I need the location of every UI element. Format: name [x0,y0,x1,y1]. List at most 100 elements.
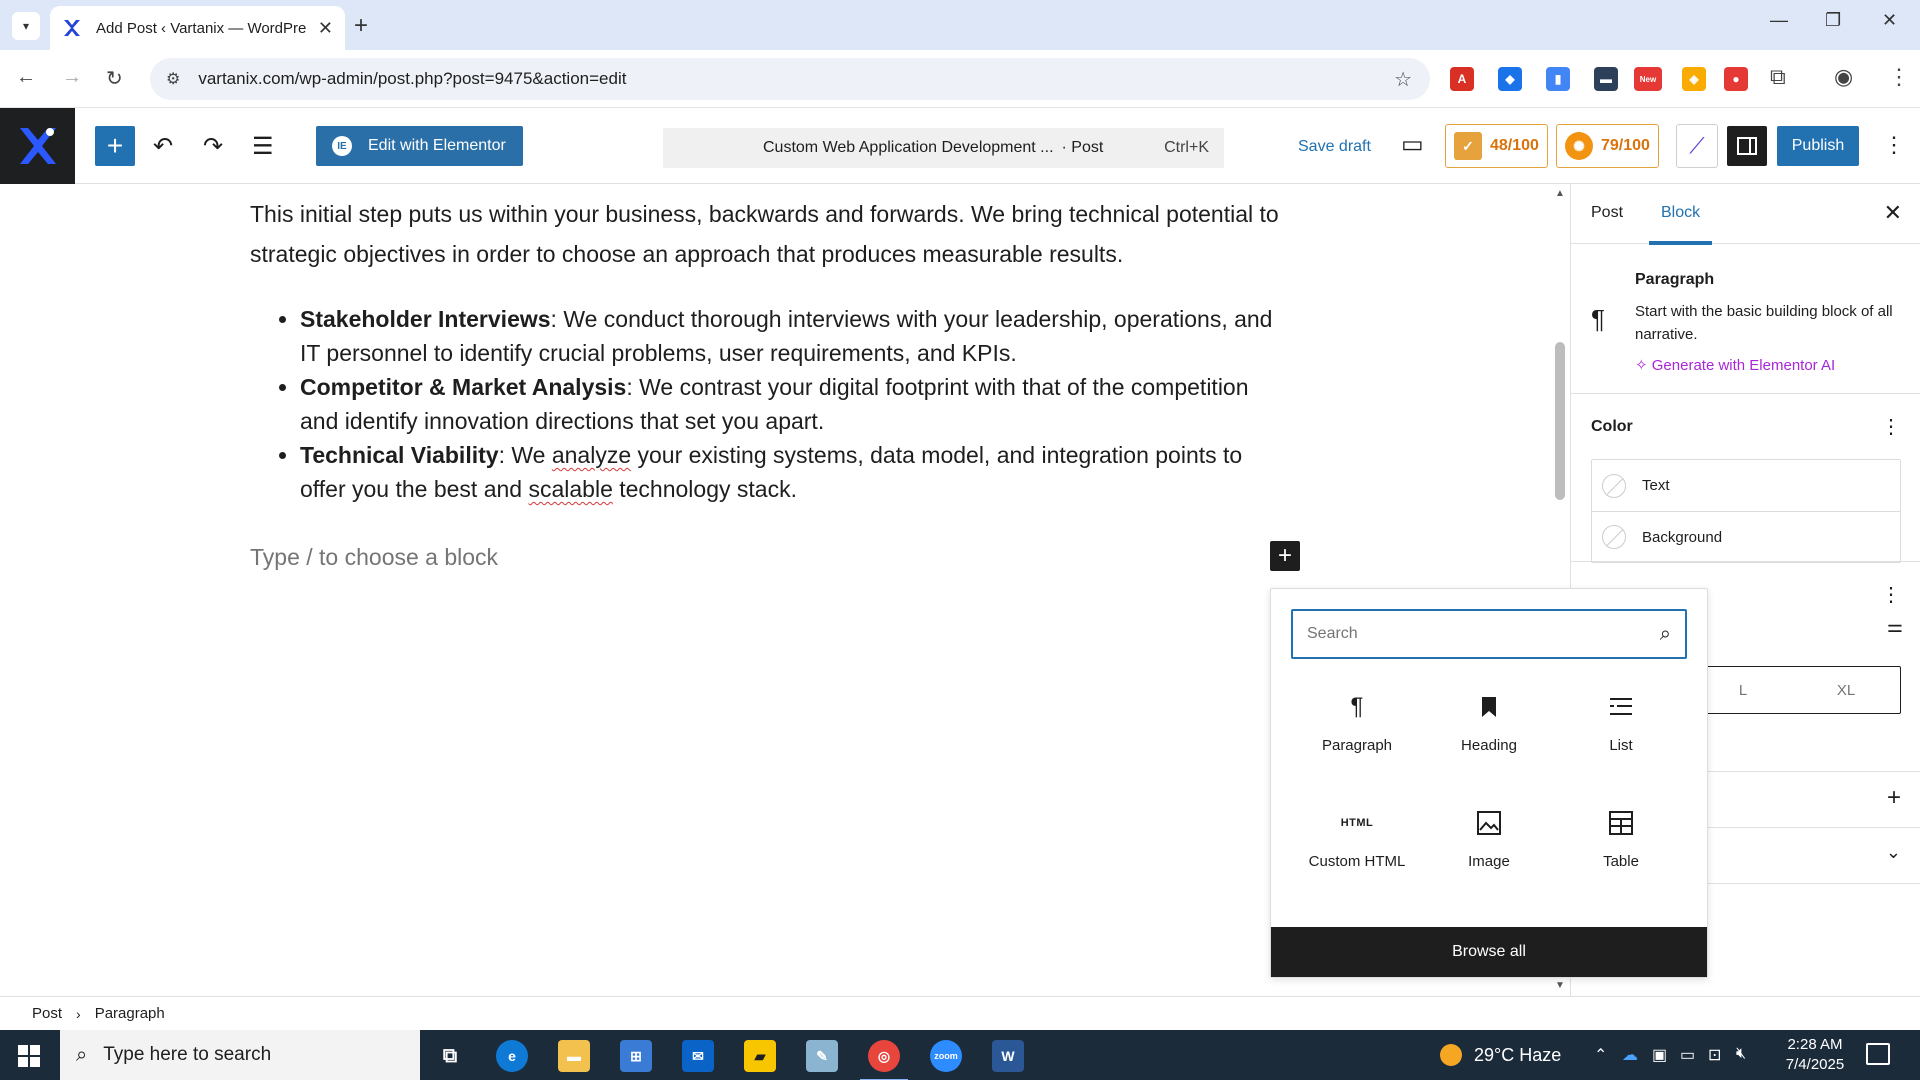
minimize-icon[interactable]: — [1770,10,1788,31]
add-panel-icon[interactable]: + [1887,784,1901,812]
scrollbar-thumb[interactable] [1555,342,1565,500]
battery-icon[interactable]: ▭ [1680,1045,1695,1065]
paragraph-icon: ¶ [1350,693,1364,720]
zoom-app-icon[interactable]: zoom [930,1040,962,1072]
document-overview-icon[interactable]: ☰ [252,132,274,161]
network-icon[interactable]: ⊡ [1708,1045,1721,1065]
save-draft-button[interactable]: Save draft [1298,138,1371,156]
edge-browser-icon[interactable]: e [496,1040,528,1072]
window-close-icon[interactable]: ✕ [1882,10,1897,31]
task-view-icon[interactable]: ⧉ [434,1040,466,1072]
onedrive-cloud-icon[interactable]: ☁ [1622,1045,1638,1065]
yellow-extension-icon[interactable]: ◈ [1682,67,1706,91]
block-option-label: Table [1603,853,1639,870]
block-option-image[interactable]: Image [1423,805,1555,881]
settings-sidebar-toggle[interactable] [1727,126,1767,166]
browser-menu-icon[interactable]: ⋮ [1888,64,1910,90]
background-color-option[interactable]: Background [1592,511,1900,562]
size-l[interactable]: L [1739,682,1747,699]
paragraph-block[interactable]: This initial step puts us within your bu… [250,194,1290,274]
size-xl[interactable]: XL [1837,682,1855,699]
publish-button[interactable]: Publish [1777,126,1859,166]
list-block[interactable]: Stakeholder Interviews: We conduct thoro… [250,302,1290,506]
chevron-down-icon[interactable]: ⌄ [1886,842,1901,863]
address-bar[interactable]: ⚙ vartanix.com/wp-admin/post.php?post=94… [150,58,1430,100]
show-hidden-icons-chevron-icon[interactable]: ⌃ [1594,1045,1607,1065]
spellcheck-word[interactable]: analyze [552,442,631,468]
block-option-paragraph[interactable]: ¶ Paragraph [1291,689,1423,765]
quick-inserter-popover: ⌕ ¶ Paragraph Heading List HTML Custom H… [1270,588,1708,978]
site-logo[interactable] [0,108,75,184]
breadcrumb-post[interactable]: Post [32,1005,62,1022]
add-block-button[interactable]: + [1270,541,1300,571]
generate-with-ai-button[interactable]: ✧ Generate with Elementor AI [1635,356,1835,374]
docs-extension-icon[interactable]: ▮ [1546,67,1570,91]
shield-extension-icon[interactable]: ◆ [1498,67,1522,91]
command-shortcut: Ctrl+K [1164,139,1209,156]
pokeball-extension-icon[interactable]: ● [1724,67,1748,91]
file-explorer-icon[interactable]: ▬ [558,1040,590,1072]
back-arrow-icon[interactable]: ← [16,66,36,89]
preview-device-icon[interactable]: ▭ [1401,130,1424,159]
empty-block-placeholder[interactable]: Type / to choose a block [250,544,498,571]
volume-muted-icon[interactable]: 🔇︎ [1736,1045,1746,1063]
notification-center-icon[interactable] [1866,1043,1890,1065]
camera-tray-icon[interactable]: ▣ [1652,1045,1667,1065]
block-option-custom-html[interactable]: HTML Custom HTML [1291,805,1423,881]
seo-score-badge[interactable]: ✓ 48/100 [1445,124,1548,168]
new-tab-button[interactable]: + [354,12,368,40]
color-options-icon[interactable]: ⋮ [1881,414,1901,439]
tab-close-icon[interactable]: ✕ [318,18,333,39]
forward-arrow-icon[interactable]: → [62,66,82,89]
list-item[interactable]: Stakeholder Interviews: We conduct thoro… [300,302,1290,370]
tab-post[interactable]: Post [1591,204,1623,222]
mail-icon[interactable]: ✉ [682,1040,714,1072]
block-inserter-toggle[interactable]: + [95,126,135,166]
system-clock[interactable]: 2:28 AM 7/4/2025 [1780,1035,1850,1075]
browser-tab-active[interactable]: Add Post ‹ Vartanix — WordPre ✕ [50,6,345,50]
block-option-table[interactable]: Table [1555,805,1687,881]
image-icon [1477,805,1501,841]
block-option-list[interactable]: List [1555,689,1687,765]
block-option-heading[interactable]: Heading [1423,689,1555,765]
bookmark-star-icon[interactable]: ☆ [1394,67,1412,92]
weather-widget[interactable]: 29°C Haze [1440,1044,1561,1066]
redo-icon[interactable]: ↷ [203,132,223,161]
close-sidebar-icon[interactable]: ✕ [1884,200,1902,226]
windows-start-icon[interactable] [18,1045,40,1067]
breadcrumb-paragraph[interactable]: Paragraph [95,1005,165,1022]
text-color-option[interactable]: Text [1592,460,1900,511]
folder-extension-icon[interactable]: ▬ [1594,67,1618,91]
block-search-input[interactable] [1307,625,1660,643]
list-item[interactable]: Competitor & Market Analysis: We contras… [300,370,1290,438]
readability-score-badge[interactable]: ✺ 79/100 [1556,124,1659,168]
chrome-browser-icon[interactable]: ◎ [860,1040,908,1080]
sticky-notes-icon[interactable]: ▰ [744,1040,776,1072]
browse-all-button[interactable]: Browse all [1271,927,1707,977]
block-search-field[interactable]: ⌕ [1291,609,1687,659]
scroll-down-icon[interactable]: ▼ [1555,980,1565,991]
size-settings-icon[interactable]: ⚌ [1887,616,1903,637]
reload-icon[interactable]: ↻ [106,66,123,91]
scroll-up-icon[interactable]: ▲ [1555,188,1565,199]
edit-with-elementor-button[interactable]: IE Edit with Elementor [316,126,523,166]
notepad-app-icon[interactable]: ✎ [806,1040,838,1072]
spellcheck-word[interactable]: scalable [528,476,612,502]
profile-avatar-icon[interactable]: ◉ [1834,64,1853,90]
typography-options-icon[interactable]: ⋮ [1881,582,1901,607]
microsoft-store-icon[interactable]: ⊞ [620,1040,652,1072]
pdf-extension-icon[interactable]: A [1450,67,1474,91]
extensions-puzzle-icon[interactable]: ⧉ [1770,64,1786,90]
options-menu-icon[interactable]: ⋮ [1883,132,1905,158]
word-app-icon[interactable]: W [992,1040,1024,1072]
ai-magic-wand-icon[interactable]: ⟋ [1676,124,1718,168]
restore-icon[interactable]: ❐ [1825,10,1841,31]
tab-block[interactable]: Block [1648,204,1713,245]
tab-search-menu-button[interactable]: ▾ [12,12,40,40]
list-item[interactable]: Technical Viability: We analyze your exi… [300,438,1290,506]
command-palette-bar[interactable]: Custom Web Application Development ... ·… [663,128,1224,168]
taskbar-search-box[interactable]: ⌕ Type here to search [60,1030,420,1080]
site-info-icon[interactable]: ⚙ [166,69,180,89]
new-badge-extension-icon[interactable]: New [1634,67,1662,91]
undo-icon[interactable]: ↶ [153,132,173,161]
